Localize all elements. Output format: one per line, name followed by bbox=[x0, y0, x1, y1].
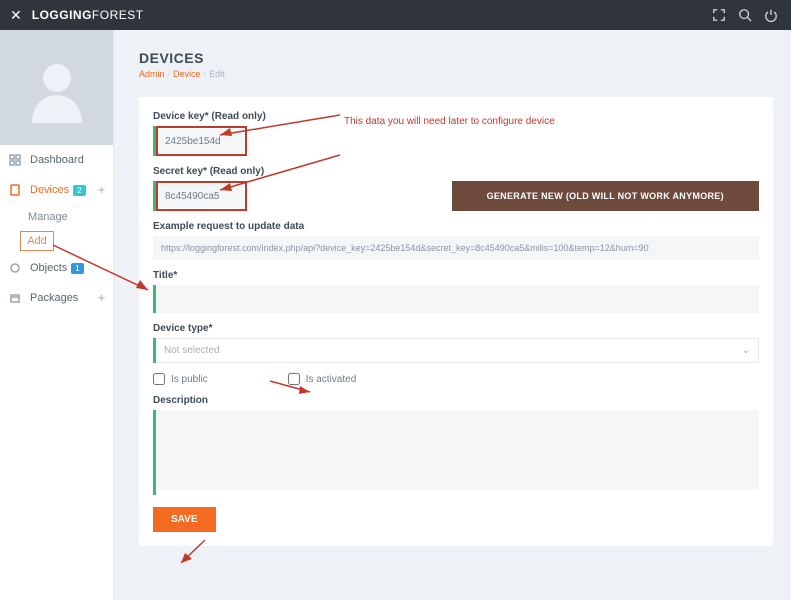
title-label: Title* bbox=[153, 270, 759, 281]
sidebar-item-dashboard[interactable]: Dashboard bbox=[0, 145, 113, 175]
search-icon[interactable] bbox=[735, 5, 755, 25]
devices-badge: 2 bbox=[73, 185, 85, 196]
brand-bold: LOGGING bbox=[32, 8, 92, 22]
brand-light: FOREST bbox=[92, 8, 144, 22]
sidebar: Dashboard Devices 2 + Manage Add Objects… bbox=[0, 30, 114, 600]
expand-icon[interactable]: + bbox=[98, 183, 105, 197]
secret-key-input bbox=[159, 184, 244, 208]
generate-new-button[interactable]: GENERATE NEW (OLD WILL NOT WORK ANYMORE) bbox=[452, 181, 760, 211]
packages-icon bbox=[8, 291, 22, 305]
topbar: ✕ LOGGINGFOREST bbox=[0, 0, 791, 30]
is-activated-label: Is activated bbox=[306, 374, 357, 385]
device-type-label: Device type* bbox=[153, 323, 759, 334]
page-title: DEVICES bbox=[139, 50, 773, 66]
sidebar-item-label: Dashboard bbox=[30, 154, 84, 166]
secret-key-highlight bbox=[156, 181, 247, 211]
form-card: Device key* (Read only) Secret key* (Rea… bbox=[139, 97, 773, 546]
is-public-checkbox[interactable]: Is public bbox=[153, 373, 208, 385]
breadcrumb-device[interactable]: Device bbox=[173, 69, 201, 79]
device-type-select[interactable]: Not selected ⌄ bbox=[156, 338, 759, 363]
chevron-down-icon: ⌄ bbox=[742, 345, 750, 356]
sidebar-item-label: Devices bbox=[30, 184, 69, 196]
annotation-note: This data you will need later to configu… bbox=[344, 116, 555, 127]
expand-icon[interactable]: + bbox=[98, 291, 105, 305]
device-key-input bbox=[159, 129, 244, 153]
objects-icon bbox=[8, 261, 22, 275]
description-label: Description bbox=[153, 395, 759, 406]
save-button[interactable]: SAVE bbox=[153, 507, 216, 532]
breadcrumb-edit: Edit bbox=[209, 69, 225, 79]
close-icon[interactable]: ✕ bbox=[10, 7, 22, 24]
objects-badge: 1 bbox=[71, 263, 83, 274]
brand-logo: LOGGINGFOREST bbox=[32, 8, 144, 22]
example-url: https://loggingforest.com/index.php/api?… bbox=[153, 236, 759, 260]
power-icon[interactable] bbox=[761, 5, 781, 25]
sidebar-item-label: Packages bbox=[30, 292, 78, 304]
description-input[interactable] bbox=[156, 410, 759, 490]
title-input[interactable] bbox=[156, 285, 759, 313]
avatar bbox=[22, 53, 92, 123]
breadcrumb: Admin/Device/Edit bbox=[139, 69, 773, 79]
sidebar-item-label: Objects bbox=[30, 262, 67, 274]
sidebar-item-packages[interactable]: Packages + bbox=[0, 283, 113, 313]
dashboard-icon bbox=[8, 153, 22, 167]
secret-key-label: Secret key* (Read only) bbox=[153, 166, 759, 177]
device-key-highlight bbox=[156, 126, 247, 156]
example-label: Example request to update data bbox=[153, 221, 759, 232]
device-type-value: Not selected bbox=[164, 345, 220, 356]
sidebar-sub-add[interactable]: Add bbox=[20, 231, 54, 251]
sidebar-sub-manage[interactable]: Manage bbox=[0, 205, 113, 229]
breadcrumb-admin[interactable]: Admin bbox=[139, 69, 165, 79]
is-public-label: Is public bbox=[171, 374, 208, 385]
avatar-area bbox=[0, 30, 113, 145]
sidebar-item-devices[interactable]: Devices 2 + bbox=[0, 175, 113, 205]
sidebar-item-objects[interactable]: Objects 1 bbox=[0, 253, 113, 283]
is-activated-checkbox[interactable]: Is activated bbox=[288, 373, 357, 385]
devices-icon bbox=[8, 183, 22, 197]
fullscreen-icon[interactable] bbox=[709, 5, 729, 25]
